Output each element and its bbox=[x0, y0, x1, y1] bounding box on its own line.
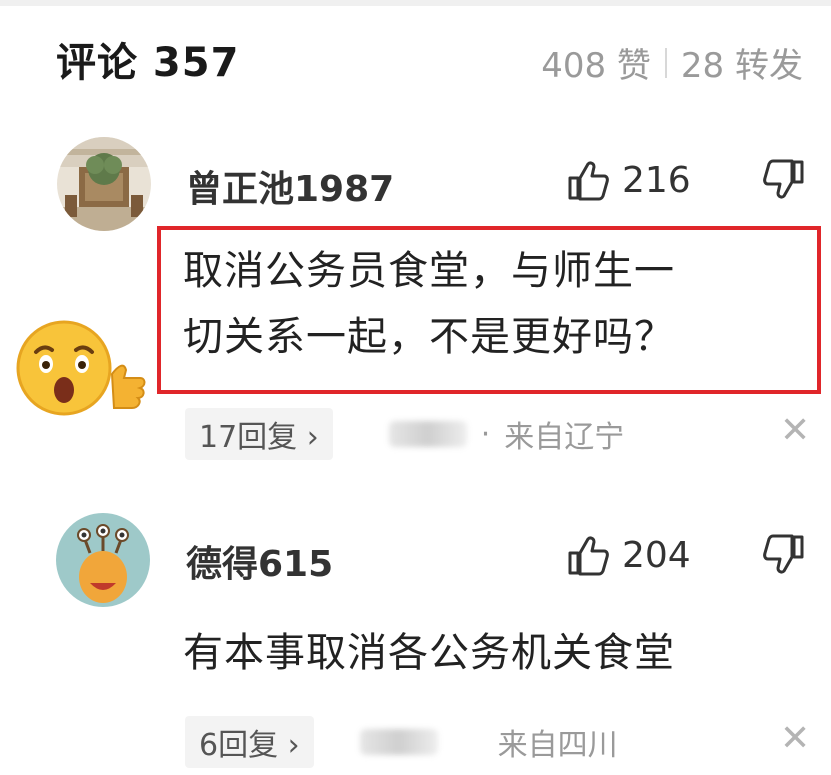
replies-link[interactable]: 17回复 › bbox=[185, 408, 333, 460]
like-button[interactable]: 216 bbox=[566, 158, 691, 202]
post-stats: 408 赞 28 转发 bbox=[541, 38, 803, 87]
top-divider bbox=[0, 0, 831, 6]
comment-username[interactable]: 曾正池1987 bbox=[186, 160, 394, 212]
avatar-image bbox=[57, 137, 151, 231]
comments-count-title: 评论 357 bbox=[56, 40, 240, 86]
comment-meta: 17回复 › · 来自辽宁 bbox=[185, 408, 624, 460]
dislike-button[interactable] bbox=[762, 158, 806, 206]
replies-count: 17回复 bbox=[199, 420, 298, 455]
like-count: 216 bbox=[622, 159, 691, 201]
avatar-image bbox=[56, 513, 150, 607]
reposts-count[interactable]: 28 转发 bbox=[681, 38, 803, 87]
location-label: 来自四川 bbox=[497, 728, 618, 763]
comment-username[interactable]: 德得615 bbox=[186, 535, 333, 587]
comment-text-line-1: 取消公务员食堂，与师生一 bbox=[183, 248, 675, 294]
replies-link[interactable]: 6回复 › bbox=[185, 716, 314, 768]
chevron-right-icon: › bbox=[287, 728, 300, 763]
location-label: 来自辽宁 bbox=[504, 420, 625, 455]
close-icon[interactable]: ✕ bbox=[780, 410, 810, 451]
like-button[interactable]: 204 bbox=[566, 533, 691, 577]
stats-separator bbox=[664, 47, 667, 78]
thumbs-up-icon bbox=[568, 161, 609, 201]
dislike-button[interactable] bbox=[762, 533, 806, 581]
avatar[interactable] bbox=[56, 513, 150, 607]
comment-meta: 6回复 › 来自四川 bbox=[185, 716, 618, 768]
thumbs-up-icon bbox=[568, 536, 609, 576]
replies-count: 6回复 bbox=[199, 728, 279, 763]
close-icon[interactable]: ✕ bbox=[780, 718, 810, 759]
surprised-thumbs-up-emoji bbox=[14, 318, 154, 422]
avatar[interactable] bbox=[57, 137, 151, 231]
like-count: 204 bbox=[622, 534, 691, 576]
comment-text-line-2: 切关系一起，不是更好吗？ bbox=[183, 314, 675, 360]
thumbs-down-icon bbox=[763, 534, 804, 574]
blurred-ip-info bbox=[359, 729, 438, 755]
meta-separator: · bbox=[480, 416, 491, 452]
thumbs-down-icon bbox=[763, 159, 804, 199]
likes-count[interactable]: 408 赞 bbox=[541, 38, 651, 87]
comment-text: 有本事取消各公务机关食堂 bbox=[183, 630, 675, 676]
blurred-ip-info bbox=[388, 421, 467, 447]
chevron-right-icon: › bbox=[306, 420, 319, 455]
